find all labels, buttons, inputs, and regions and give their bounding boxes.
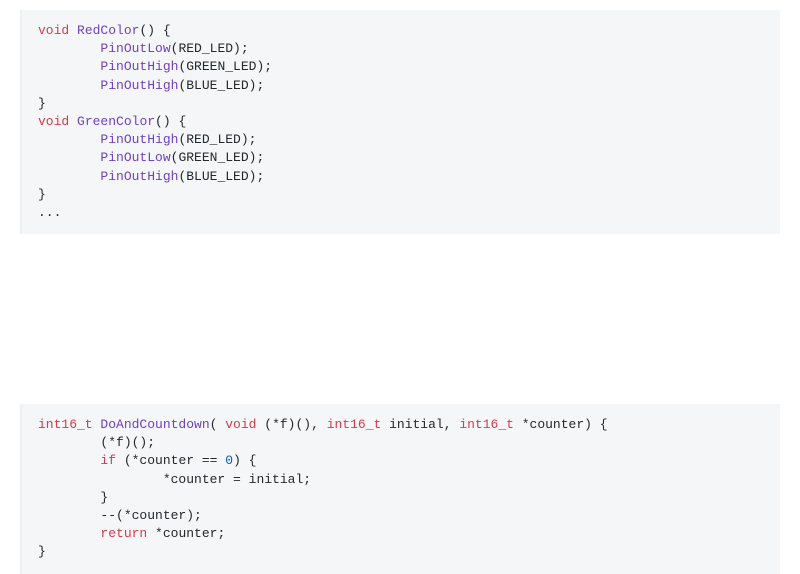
call-pinoutlow: PinOutLow: [100, 150, 170, 165]
sig-counter: *counter) {: [514, 417, 608, 432]
call-pinouthigh: PinOutHigh: [100, 59, 178, 74]
ellipsis: ...: [38, 205, 61, 220]
sig-open: (: [210, 417, 226, 432]
keyword-return: return: [100, 526, 147, 541]
call-pinouthigh: PinOutHigh: [100, 169, 178, 184]
func-decl-redcolor: RedColor: [77, 23, 139, 38]
literal-zero: 0: [225, 453, 233, 468]
call-pinouthigh: PinOutHigh: [100, 132, 178, 147]
code-block-countdown: int16_t DoAndCountdown( void (*f)(), int…: [20, 404, 780, 574]
decrement: --(*counter);: [100, 508, 201, 523]
arg-green: (GREEN_LED);: [178, 59, 272, 74]
paren: (): [139, 23, 155, 38]
keyword-void: void: [38, 114, 69, 129]
brace-close: }: [38, 96, 46, 111]
type-int16: int16_t: [327, 417, 382, 432]
cond-close: ) {: [233, 453, 256, 468]
return-expr: *counter;: [147, 526, 225, 541]
type-int16: int16_t: [459, 417, 514, 432]
func-decl-doandcountdown: DoAndCountdown: [100, 417, 209, 432]
brace-close: }: [38, 187, 46, 202]
code-block-led-colors: void RedColor() { PinOutLow(RED_LED); Pi…: [20, 10, 780, 234]
call-pinoutlow: PinOutLow: [100, 41, 170, 56]
call-fptr: (*f)();: [100, 435, 155, 450]
func-decl-greencolor: GreenColor: [77, 114, 155, 129]
arg-red: (RED_LED);: [178, 132, 256, 147]
paren: (): [155, 114, 171, 129]
brace-close-inner: }: [100, 490, 108, 505]
arg-green: (GREEN_LED);: [171, 150, 265, 165]
arg-blue: (BLUE_LED);: [178, 169, 264, 184]
blank-gap: [0, 234, 800, 404]
brace-close-outer: }: [38, 544, 46, 559]
sig-fptr: (*f)(),: [256, 417, 326, 432]
keyword-void: void: [38, 23, 69, 38]
keyword-if: if: [100, 453, 116, 468]
assign-counter: *counter = initial;: [163, 472, 311, 487]
brace-open: {: [178, 114, 186, 129]
arg-red: (RED_LED);: [171, 41, 249, 56]
call-pinouthigh: PinOutHigh: [100, 78, 178, 93]
brace-open: {: [163, 23, 171, 38]
cond-open: (*counter ==: [116, 453, 225, 468]
arg-blue: (BLUE_LED);: [178, 78, 264, 93]
type-int16: int16_t: [38, 417, 93, 432]
keyword-void: void: [225, 417, 256, 432]
sig-initial: initial,: [381, 417, 459, 432]
